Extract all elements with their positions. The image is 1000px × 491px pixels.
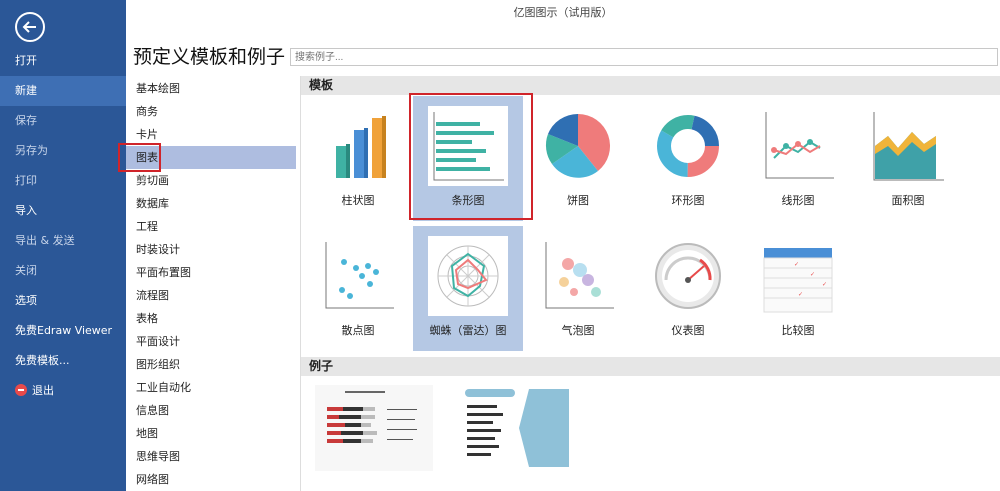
back-arrow-icon[interactable] — [15, 12, 45, 42]
template-label: 蜘蛛（雷达）图 — [429, 324, 507, 337]
template-gauge-chart[interactable]: 仪表图 — [633, 226, 743, 351]
category-item[interactable]: 工程 — [126, 215, 296, 238]
template-comparison-chart[interactable]: ✓ ✓ ✓ ✓ 比较图 — [743, 226, 853, 351]
sidebar-item-save-as[interactable]: 另存为 — [0, 136, 126, 166]
line-chart-icon — [765, 112, 834, 179]
bar-chart-3d-icon — [336, 116, 386, 178]
template-label: 气泡图 — [561, 324, 595, 337]
sidebar-item-free-templates[interactable]: 免费模板... — [0, 346, 126, 376]
example-thumbnail[interactable] — [459, 385, 577, 471]
template-line-chart[interactable]: 线形图 — [743, 96, 853, 221]
category-item[interactable]: 工业自动化 — [126, 376, 296, 399]
template-label: 环形图 — [671, 194, 705, 207]
template-label: 散点图 — [341, 324, 375, 337]
svg-text:✓: ✓ — [794, 261, 799, 268]
sidebar-item-free-viewer[interactable]: 免费Edraw Viewer — [0, 316, 126, 346]
scatter-chart-icon — [325, 242, 394, 309]
template-pie-chart[interactable]: 饼图 — [523, 96, 633, 221]
search-input[interactable] — [290, 48, 998, 66]
template-highlight-box — [409, 93, 533, 220]
category-item[interactable]: 表格 — [126, 307, 296, 330]
sidebar-item-print[interactable]: 打印 — [0, 166, 126, 196]
category-item[interactable]: 图形组织 — [126, 353, 296, 376]
category-item[interactable]: 流程图 — [126, 284, 296, 307]
donut-chart-icon — [657, 115, 719, 177]
template-radar-chart[interactable]: 蜘蛛（雷达）图 — [413, 226, 523, 351]
sidebar-item-import[interactable]: 导入 — [0, 196, 126, 226]
sidebar-item-exit[interactable]: 退出 — [0, 376, 126, 406]
template-gallery: 模板 柱状图 条形图 饼图 环形图 线形图 面积图 散点图 蜘蛛（雷达）图 气泡… — [301, 76, 1000, 491]
template-label: 面积图 — [891, 194, 925, 207]
template-label: 饼图 — [567, 194, 589, 207]
svg-text:✓: ✓ — [810, 271, 815, 278]
sidebar-item-close[interactable]: 关闭 — [0, 256, 126, 286]
pie-chart-icon — [545, 113, 611, 178]
category-item[interactable]: 数据库 — [126, 192, 296, 215]
category-item[interactable]: 网络图 — [126, 468, 296, 491]
template-label: 线形图 — [781, 194, 815, 207]
exit-icon — [15, 384, 27, 396]
category-item[interactable]: 思维导图 — [126, 445, 296, 468]
area-chart-icon — [873, 112, 944, 181]
category-item[interactable]: 平面设计 — [126, 330, 296, 353]
gauge-chart-icon — [655, 243, 721, 309]
templates-heading: 模板 — [301, 76, 1000, 95]
radar-chart-icon — [428, 236, 508, 316]
category-list: 基本绘图 商务 卡片 图表 剪切画 数据库 工程 时装设计 平面布置图 流程图 … — [126, 76, 301, 491]
comparison-chart-icon: ✓ ✓ ✓ ✓ — [763, 248, 833, 313]
sidebar-item-save[interactable]: 保存 — [0, 106, 126, 136]
template-area-chart[interactable]: 面积图 — [853, 96, 963, 221]
category-highlight-box — [118, 143, 161, 172]
page-title: 预定义模板和例子 — [133, 46, 286, 68]
sidebar-item-export-send[interactable]: 导出 & 发送 — [0, 226, 126, 256]
template-bar-chart[interactable]: 柱状图 — [303, 96, 413, 221]
category-item[interactable]: 基本绘图 — [126, 77, 296, 100]
template-donut-chart[interactable]: 环形图 — [633, 96, 743, 221]
sidebar-item-open[interactable]: 打开 — [0, 46, 126, 76]
svg-text:✓: ✓ — [798, 291, 803, 298]
template-label: 柱状图 — [341, 194, 375, 207]
template-bubble-chart[interactable]: 气泡图 — [523, 226, 633, 351]
backstage-sidebar: 打开 新建 保存 另存为 打印 导入 导出 & 发送 关闭 选项 免费Edraw… — [0, 0, 126, 491]
category-item[interactable]: 地图 — [126, 422, 296, 445]
template-label: 比较图 — [781, 324, 815, 337]
category-item[interactable]: 信息图 — [126, 399, 296, 422]
example-chart-preview-2 — [465, 389, 569, 467]
category-item[interactable]: 平面布置图 — [126, 261, 296, 284]
svg-text:✓: ✓ — [822, 281, 827, 288]
example-chart-preview-1 — [327, 391, 417, 443]
template-label: 仪表图 — [671, 324, 705, 337]
window-title: 亿图图示（试用版） — [513, 6, 613, 19]
category-item[interactable]: 商务 — [126, 100, 296, 123]
example-thumbnail[interactable] — [315, 385, 433, 471]
category-item[interactable]: 时装设计 — [126, 238, 296, 261]
exit-label: 退出 — [32, 384, 54, 397]
template-scatter-chart[interactable]: 散点图 — [303, 226, 413, 351]
sidebar-item-new[interactable]: 新建 — [0, 76, 126, 106]
examples-heading: 例子 — [301, 357, 1000, 376]
category-item[interactable]: 剪切画 — [126, 169, 296, 192]
sidebar-item-options[interactable]: 选项 — [0, 286, 126, 316]
bubble-chart-icon — [545, 242, 614, 309]
